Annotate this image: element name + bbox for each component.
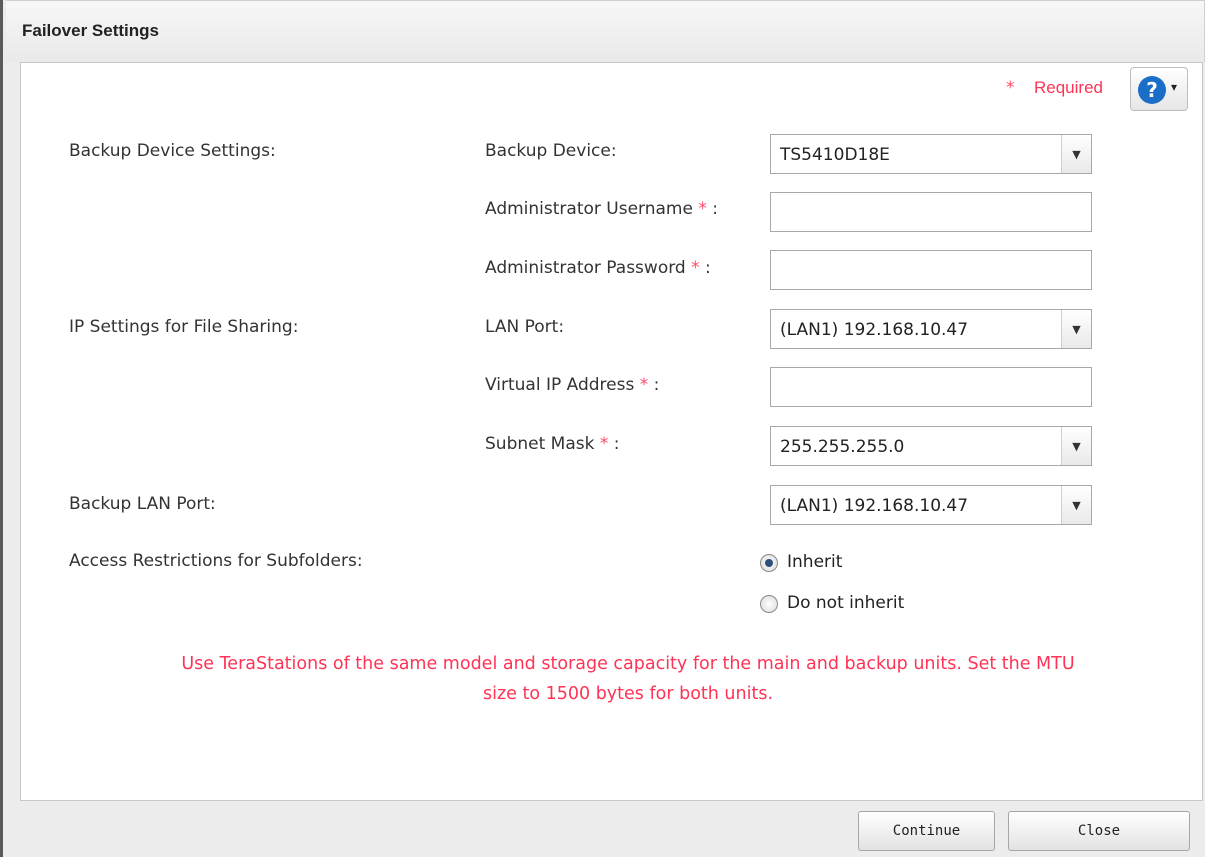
admin-username-label: Administrator Username * :: [485, 199, 718, 219]
subnet-mask-value: 255.255.255.0: [780, 437, 905, 457]
required-asterisk: *: [639, 375, 649, 395]
radio-inherit-label: Inherit: [787, 552, 843, 572]
continue-button[interactable]: Continue: [858, 811, 995, 851]
radio-button[interactable]: [760, 595, 778, 613]
required-asterisk: *: [599, 434, 609, 454]
lan-port-label: LAN Port:: [485, 317, 565, 337]
radio-do-not-inherit-label: Do not inherit: [787, 593, 905, 613]
failover-notice: Use TeraStations of the same model and s…: [63, 649, 1193, 709]
backup-lan-port-select[interactable]: (LAN1) 192.168.10.47 ▼: [770, 485, 1092, 525]
section-backup-device-settings: Backup Device Settings:: [69, 141, 276, 161]
backup-device-label: Backup Device:: [485, 141, 617, 161]
radio-do-not-inherit[interactable]: Do not inherit: [760, 593, 940, 617]
admin-username-input[interactable]: [770, 192, 1092, 232]
radio-inherit[interactable]: Inherit: [760, 552, 940, 576]
virtual-ip-label: Virtual IP Address * :: [485, 375, 660, 395]
required-star-icon: *: [1006, 78, 1015, 98]
chevron-down-icon: ▾: [1171, 80, 1178, 94]
chevron-down-icon: ▼: [1061, 427, 1091, 465]
virtual-ip-input[interactable]: [770, 367, 1092, 407]
backup-device-value: TS5410D18E: [780, 145, 890, 165]
radio-button[interactable]: [760, 554, 778, 572]
backup-lan-port-value: (LAN1) 192.168.10.47: [780, 496, 969, 516]
required-asterisk: *: [698, 199, 707, 219]
lan-port-value: (LAN1) 192.168.10.47: [780, 320, 969, 340]
backup-device-select[interactable]: TS5410D18E ▼: [770, 134, 1092, 174]
dialog-title: Failover Settings: [22, 21, 159, 40]
required-asterisk: *: [691, 258, 700, 278]
subnet-mask-select[interactable]: 255.255.255.0 ▼: [770, 426, 1092, 466]
chevron-down-icon: ▼: [1061, 310, 1091, 348]
chevron-down-icon: ▼: [1061, 486, 1091, 524]
dialog-titlebar: Failover Settings: [6, 0, 1205, 62]
section-ip-settings: IP Settings for File Sharing:: [69, 317, 299, 337]
chevron-down-icon: ▼: [1061, 135, 1091, 173]
section-access-restrictions: Access Restrictions for Subfolders:: [69, 551, 363, 571]
admin-password-input[interactable]: [770, 250, 1092, 290]
help-menu-button[interactable]: ? ▾: [1130, 67, 1188, 111]
subnet-mask-label: Subnet Mask * :: [485, 434, 620, 454]
section-backup-lan-port: Backup LAN Port:: [69, 494, 216, 514]
notice-line-2: size to 1500 bytes for both units.: [482, 684, 774, 704]
failover-settings-dialog: Failover Settings * Required ? ▾ Backup …: [0, 0, 1205, 857]
close-button[interactable]: Close: [1008, 811, 1190, 851]
required-label: Required: [1034, 78, 1103, 97]
lan-port-select[interactable]: (LAN1) 192.168.10.47 ▼: [770, 309, 1092, 349]
admin-password-label: Administrator Password * :: [485, 258, 711, 278]
notice-line-1: Use TeraStations of the same model and s…: [181, 654, 1075, 674]
help-icon: ?: [1138, 76, 1166, 104]
